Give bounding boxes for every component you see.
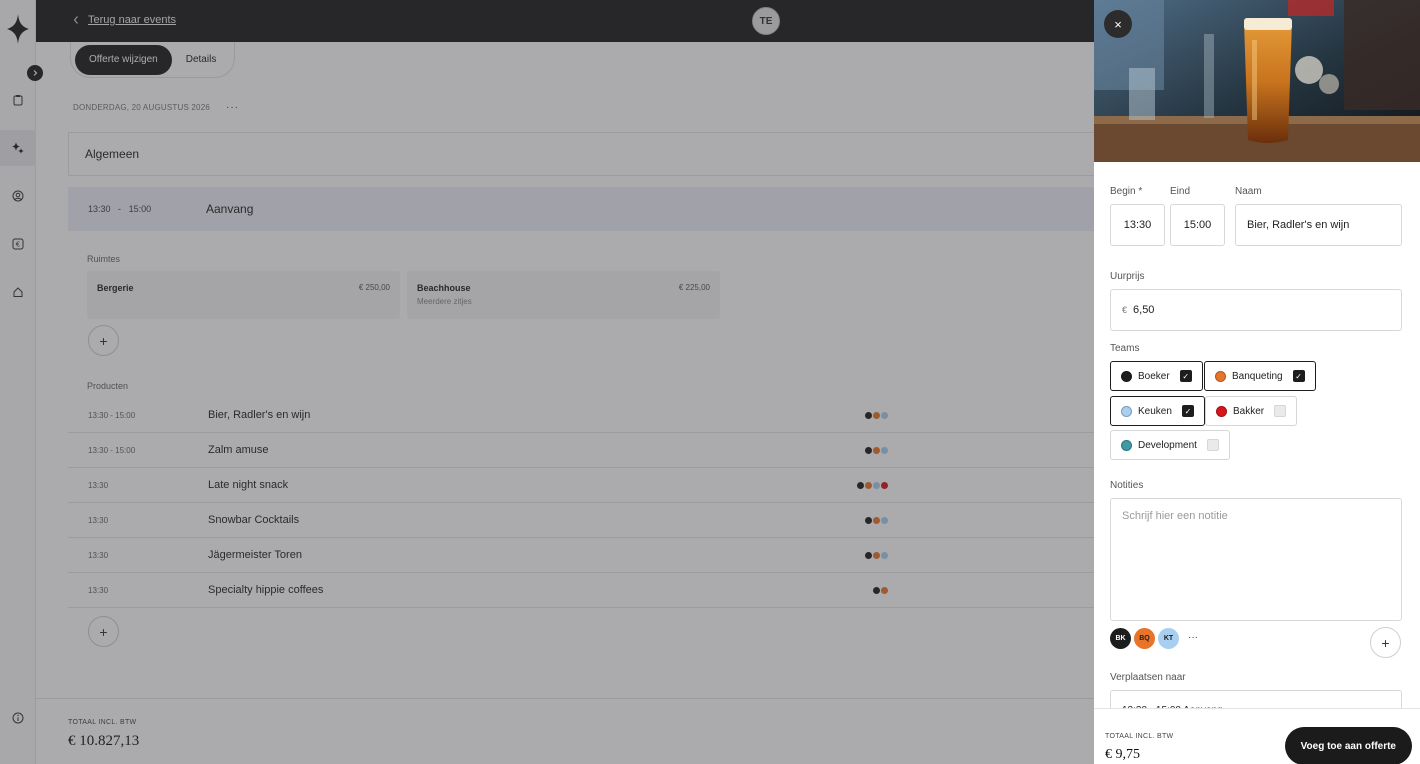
close-panel-button[interactable]: ×	[1104, 10, 1132, 38]
team-toggle-development[interactable]: Development	[1110, 430, 1230, 460]
team-toggle-bakker[interactable]: Bakker	[1205, 396, 1298, 426]
panel-total-label: TOTAAL INCL. BTW	[1105, 733, 1174, 740]
panel-footer: TOTAAL INCL. BTW € 9,75 Voeg toe aan off…	[1094, 708, 1420, 764]
team-color-dot	[1216, 405, 1227, 417]
price-label: Uurprijs	[1110, 271, 1145, 282]
team-name: Bakker	[1233, 405, 1265, 417]
team-color-dot	[1121, 405, 1132, 417]
team-checkbox[interactable]: ✓	[1179, 370, 1192, 382]
team-name: Boeker	[1138, 370, 1170, 382]
team-badge-kt: KT	[1158, 628, 1179, 649]
hourly-price-value: 6,50	[1133, 304, 1155, 316]
team-badge-bk: BK	[1110, 628, 1131, 649]
currency-symbol: €	[1122, 305, 1128, 315]
team-badge-bq: BQ	[1134, 628, 1155, 649]
product-edit-panel: × Begin * Eind Naam 13:30 15:00 Bier, Ra…	[1094, 0, 1420, 764]
team-name: Development	[1138, 439, 1197, 451]
team-color-dot	[1215, 370, 1226, 382]
team-color-dot	[1121, 439, 1132, 451]
more-badges-icon[interactable]: ···	[1188, 632, 1198, 643]
notes-textarea[interactable]: Schrijf hier een notitie	[1110, 498, 1402, 621]
team-toggle-boeker[interactable]: Boeker ✓	[1110, 361, 1203, 391]
team-name: Banqueting	[1232, 370, 1283, 382]
team-toggle-banqueting[interactable]: Banqueting ✓	[1204, 361, 1316, 391]
move-to-label: Verplaatsen naar	[1110, 672, 1186, 683]
panel-total-value: € 9,75	[1105, 747, 1140, 762]
begin-time-input[interactable]: 13:30	[1110, 204, 1165, 246]
modal-backdrop[interactable]	[0, 0, 1094, 764]
product-name-input[interactable]: Bier, Radler's en wijn	[1235, 204, 1402, 246]
team-name: Keuken	[1138, 405, 1172, 417]
team-checkbox[interactable]: ✓	[1292, 370, 1305, 382]
notes-label: Notities	[1110, 480, 1144, 491]
end-label: Eind	[1170, 186, 1191, 197]
end-time-input[interactable]: 15:00	[1170, 204, 1225, 246]
begin-label: Begin *	[1110, 186, 1143, 197]
product-photo: ×	[1094, 0, 1420, 162]
beer-glass-photo	[1094, 0, 1420, 162]
teams-label: Teams	[1110, 343, 1140, 354]
hourly-price-input[interactable]: € 6,50	[1110, 289, 1402, 331]
name-label: Naam	[1235, 186, 1262, 197]
team-color-dot	[1121, 370, 1132, 382]
add-to-quote-button[interactable]: Voeg toe aan offerte	[1284, 727, 1412, 764]
team-checkbox[interactable]	[1206, 439, 1219, 451]
team-checkbox[interactable]	[1274, 405, 1287, 417]
team-checkbox[interactable]: ✓	[1181, 405, 1194, 417]
team-toggle-keuken[interactable]: Keuken ✓	[1110, 396, 1205, 426]
add-note-button[interactable]: +	[1370, 627, 1401, 658]
